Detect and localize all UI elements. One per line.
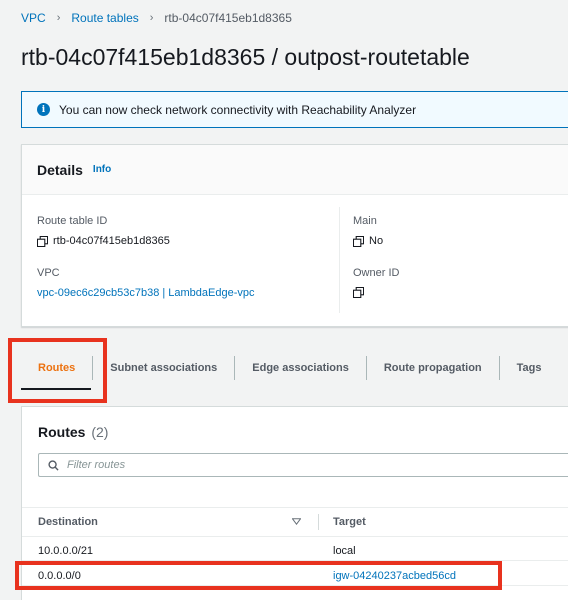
- breadcrumb: VPC › Route tables › rtb-04c07f415eb1d83…: [21, 11, 292, 25]
- owner-id-label: Owner ID: [353, 267, 400, 279]
- tab-bar: Routes Subnet associations Edge associat…: [21, 344, 568, 392]
- vpc-field: VPC vpc-09ec6c29cb53c7b38 | LambdaEdge-v…: [37, 267, 255, 299]
- info-icon: i: [37, 103, 50, 116]
- table-row: 10.0.0.0/21 local: [22, 542, 568, 561]
- routes-table-header: Destination Target: [22, 507, 568, 537]
- column-divider: [339, 207, 340, 313]
- route-table-id-label: Route table ID: [37, 215, 108, 227]
- routes-panel: Routes (2) Destination Target 10.0.0.0/2…: [21, 406, 568, 600]
- chevron-right-icon: ›: [56, 12, 61, 24]
- details-title: Details: [37, 161, 83, 178]
- tab-subnet-associations[interactable]: Subnet associations: [93, 356, 234, 380]
- vpc-link[interactable]: vpc-09ec6c29cb53c7b38 | LambdaEdge-vpc: [37, 287, 255, 299]
- tab-route-propagation[interactable]: Route propagation: [367, 356, 499, 380]
- sort-descending-icon[interactable]: [292, 518, 301, 525]
- route-destination: 10.0.0.0/21: [38, 545, 94, 557]
- route-table-id-value-row: rtb-04c07f415eb1d8365: [37, 235, 170, 247]
- copy-icon[interactable]: [37, 235, 48, 247]
- tab-tags[interactable]: Tags: [500, 356, 559, 380]
- reachability-flash-banner: i You can now check network connectivity…: [21, 91, 568, 128]
- copy-icon[interactable]: [353, 287, 364, 298]
- route-target-link[interactable]: igw-04240237acbed56cd: [333, 567, 456, 585]
- owner-id-field: Owner ID: [353, 267, 399, 298]
- route-target: local: [333, 545, 356, 557]
- chevron-right-icon: ›: [149, 12, 154, 24]
- search-icon: [48, 459, 59, 471]
- column-header-destination[interactable]: Destination: [38, 508, 98, 536]
- active-tab-indicator: [21, 388, 91, 390]
- column-divider: [318, 514, 319, 530]
- routes-title: Routes (2): [38, 424, 108, 440]
- routes-count: (2): [91, 424, 109, 440]
- main-value-row: No: [353, 235, 383, 247]
- route-destination: 0.0.0.0/0: [38, 570, 81, 582]
- tab-edge-associations[interactable]: Edge associations: [235, 356, 366, 380]
- breadcrumb-current: rtb-04c07f415eb1d8365: [164, 11, 292, 25]
- vpc-label: VPC: [37, 267, 60, 279]
- route-table-id-field: Route table ID rtb-04c07f415eb1d8365: [37, 215, 170, 247]
- main-field: Main No: [353, 215, 383, 247]
- table-row: 0.0.0.0/0 igw-04240237acbed56cd: [22, 567, 568, 586]
- tab-routes[interactable]: Routes: [21, 356, 92, 380]
- column-header-target[interactable]: Target: [333, 508, 366, 536]
- copy-icon[interactable]: [353, 235, 364, 247]
- main-label: Main: [353, 215, 377, 227]
- filter-routes-input[interactable]: [67, 459, 547, 471]
- details-header: Details Info: [22, 145, 568, 195]
- page-title: rtb-04c07f415eb1d8365 / outpost-routetab…: [21, 44, 470, 70]
- breadcrumb-vpc-link[interactable]: VPC: [21, 11, 46, 25]
- details-panel: Details Info Route table ID rtb-04c07f41…: [21, 144, 568, 327]
- route-table-id-value: rtb-04c07f415eb1d8365: [53, 235, 170, 247]
- breadcrumb-route-tables-link[interactable]: Route tables: [71, 11, 138, 25]
- routes-title-text: Routes: [38, 424, 86, 440]
- owner-id-value-row: [353, 287, 399, 298]
- flash-message: You can now check network connectivity w…: [59, 102, 417, 117]
- filter-routes-field[interactable]: [38, 453, 568, 477]
- details-info-link[interactable]: Info: [93, 164, 111, 175]
- main-value: No: [369, 235, 384, 247]
